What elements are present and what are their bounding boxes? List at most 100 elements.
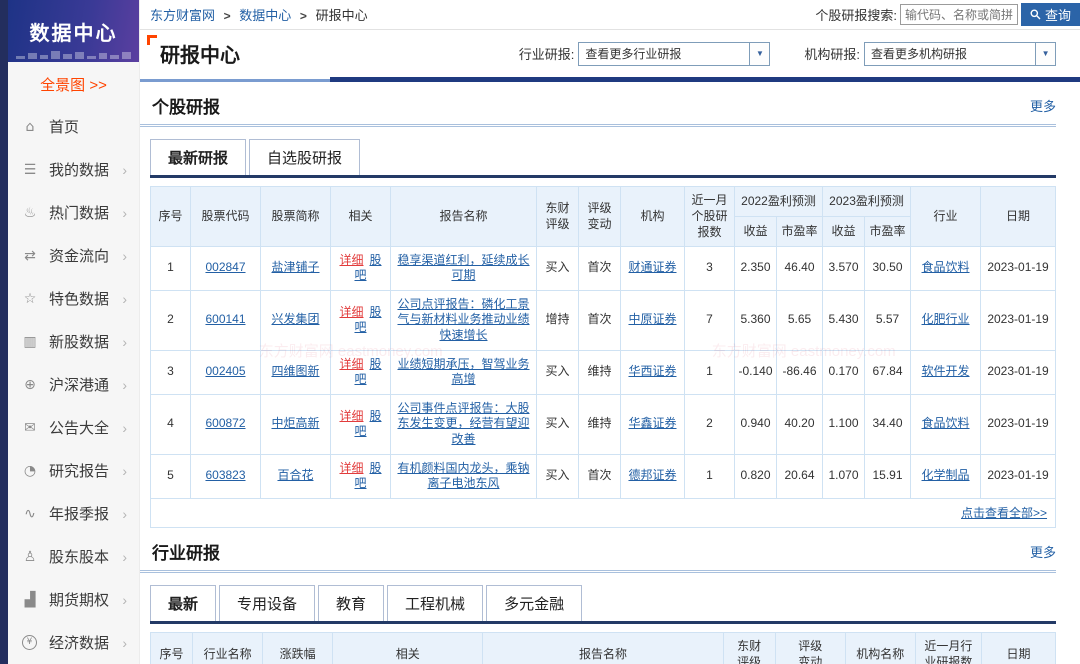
panorama-link[interactable]: 全景图 >>: [8, 62, 139, 105]
sidebar-item-label: 股东股本: [49, 546, 122, 567]
industry-report-select[interactable]: 查看更多行业研报 ▼: [578, 42, 770, 66]
bar-chart-icon: ▥: [20, 334, 40, 350]
chevron-right-icon: ›: [122, 592, 131, 608]
chevron-down-icon[interactable]: ▼: [1035, 43, 1055, 65]
breadcrumb-home-link[interactable]: 东方财富网: [150, 8, 215, 23]
sidebar-item-annual-reports[interactable]: ∿ 年报季报 ›: [8, 492, 139, 535]
industry-link[interactable]: 化学制品: [922, 468, 970, 482]
search-button[interactable]: 查询: [1021, 3, 1080, 26]
stock-code-link[interactable]: 600141: [205, 312, 245, 326]
detail-link[interactable]: 详细: [339, 357, 363, 371]
globe-icon: ⊕: [20, 377, 40, 393]
stock-name-link[interactable]: 盐津铺子: [271, 260, 319, 274]
search-input[interactable]: [900, 4, 1018, 25]
sidebar-item-shareholders[interactable]: ♙ 股东股本 ›: [8, 535, 139, 578]
sidebar-item-label: 经济数据: [49, 632, 122, 653]
sidebar-item-label: 特色数据: [49, 288, 122, 309]
sidebar-item-featured-data[interactable]: ☆ 特色数据 ›: [8, 277, 139, 320]
org-link[interactable]: 财通证券: [628, 260, 676, 274]
col-ef-rating: 东财评级: [723, 632, 775, 664]
report-title-link[interactable]: 公司事件点评报告：大股东发生变更，经营有望迎改善: [397, 401, 529, 446]
stock-name-link[interactable]: 兴发集团: [271, 312, 319, 326]
tab-engineering-machinery[interactable]: 工程机械: [387, 585, 483, 621]
chevron-right-icon: ›: [122, 334, 131, 350]
org-link[interactable]: 德邦证券: [628, 468, 676, 482]
flame-icon: ♨: [20, 205, 40, 221]
sidebar-item-home[interactable]: ⌂ 首页: [8, 105, 139, 148]
table-header-row: 序号 行业名称 涨跌幅 相关 报告名称 东财评级 评级变动 机构名称 近一月行业…: [151, 632, 1056, 664]
detail-link[interactable]: 详细: [339, 409, 363, 423]
tab-special-equipment[interactable]: 专用设备: [219, 585, 315, 621]
sidebar-item-research-reports[interactable]: ◔ 研究报告 ›: [8, 449, 139, 492]
pe-2023-cell: 67.84: [865, 350, 911, 394]
pe-2022-cell: -86.46: [777, 350, 823, 394]
stock-code-link[interactable]: 600872: [205, 416, 245, 430]
industry-link[interactable]: 食品饮料: [922, 260, 970, 274]
tab-latest-reports[interactable]: 最新研报: [150, 139, 246, 175]
date-cell: 2023-01-19: [981, 394, 1056, 454]
tab-diversified-finance[interactable]: 多元金融: [486, 585, 582, 621]
eps-2022-cell: 5.360: [735, 290, 777, 350]
col-change: 涨跌幅: [263, 632, 333, 664]
topbar: 东方财富网 > 数据中心 > 研报中心 个股研报搜索: 查询: [140, 0, 1080, 30]
logo-text: 数据中心: [30, 17, 118, 46]
org-filter-label: 机构研报:: [804, 44, 860, 63]
industry-link[interactable]: 化肥行业: [922, 312, 970, 326]
stock-more-link[interactable]: 更多: [1030, 96, 1056, 115]
col-forecast-2022: 2022盈利预测: [735, 187, 823, 217]
stock-report-row: 4 600872 中炬高新 详细股吧 公司事件点评报告：大股东发生变更，经营有望…: [151, 394, 1056, 454]
left-edge-strip: [0, 0, 8, 664]
org-link[interactable]: 中原证券: [628, 312, 676, 326]
col-seq: 序号: [151, 187, 191, 247]
stock-code-link[interactable]: 002847: [205, 260, 245, 274]
sidebar-item-economic-data[interactable]: ¥ 经济数据 ›: [8, 621, 139, 664]
report-title-link[interactable]: 稳享渠道红利，延续成长可期: [397, 253, 529, 283]
main-content: 东方财富网 > 数据中心 > 研报中心 个股研报搜索: 查询 研报中心 行业研报…: [140, 0, 1080, 664]
breadcrumb: 东方财富网 > 数据中心 > 研报中心: [150, 5, 368, 24]
col-ef-rating: 东财评级: [537, 187, 579, 247]
col-rating-change: 评级变动: [579, 187, 621, 247]
tab-watchlist-reports[interactable]: 自选股研报: [249, 139, 360, 175]
sidebar-item-futures-options[interactable]: ▟ 期货期权 ›: [8, 578, 139, 621]
report-title-link[interactable]: 有机颜料国内龙头，乘钠离子电池东风: [397, 461, 529, 491]
stock-name-link[interactable]: 百合花: [277, 468, 313, 482]
sidebar-item-label: 我的数据: [49, 159, 122, 180]
detail-link[interactable]: 详细: [339, 305, 363, 319]
month-count-cell: 1: [685, 350, 735, 394]
breadcrumb-section-link[interactable]: 数据中心: [239, 8, 291, 23]
sidebar-item-hk-connect[interactable]: ⊕ 沪深港通 ›: [8, 363, 139, 406]
stock-name-link[interactable]: 四维图新: [271, 364, 319, 378]
datacenter-logo[interactable]: 数据中心: [8, 0, 139, 62]
page-title: 研报中心: [152, 39, 240, 68]
detail-link[interactable]: 详细: [339, 253, 363, 267]
sidebar-item-announcements[interactable]: ✉ 公告大全 ›: [8, 406, 139, 449]
stock-code-link[interactable]: 603823: [205, 468, 245, 482]
industry-more-link[interactable]: 更多: [1030, 542, 1056, 561]
pe-2023-cell: 15.91: [865, 454, 911, 498]
org-report-select[interactable]: 查看更多机构研报 ▼: [864, 42, 1056, 66]
org-link[interactable]: 华西证券: [628, 364, 676, 378]
tab-education[interactable]: 教育: [318, 585, 384, 621]
org-link[interactable]: 华鑫证券: [628, 416, 676, 430]
ef-rating-cell: 增持: [537, 290, 579, 350]
col-month-count: 近一月行业研报数: [915, 632, 981, 664]
sidebar-item-my-data[interactable]: ☰ 我的数据 ›: [8, 148, 139, 191]
industry-report-table: 序号 行业名称 涨跌幅 相关 报告名称 东财评级 评级变动 机构名称 近一月行业…: [150, 632, 1056, 664]
sidebar-item-fund-flow[interactable]: ⇄ 资金流向 ›: [8, 234, 139, 277]
col-report-name: 报告名称: [391, 187, 537, 247]
sidebar-item-new-stock[interactable]: ▥ 新股数据 ›: [8, 320, 139, 363]
report-title-link[interactable]: 业绩短期承压，智驾业务高增: [397, 357, 529, 387]
stock-code-link[interactable]: 002405: [205, 364, 245, 378]
detail-link[interactable]: 详细: [339, 461, 363, 475]
chevron-down-icon[interactable]: ▼: [749, 43, 769, 65]
stock-name-link[interactable]: 中炬高新: [271, 416, 319, 430]
sidebar-item-hot-data[interactable]: ♨ 热门数据 ›: [8, 191, 139, 234]
chevron-right-icon: ›: [122, 377, 131, 393]
col-eps-2023: 收益: [823, 216, 865, 246]
tab-industry-latest[interactable]: 最新: [150, 585, 216, 621]
industry-link[interactable]: 软件开发: [922, 364, 970, 378]
industry-link[interactable]: 食品饮料: [922, 416, 970, 430]
report-title-link[interactable]: 公司点评报告：磷化工景气与新材料业务推动业绩快速增长: [397, 297, 529, 342]
app: 数据中心 全景图 >> ⌂ 首页 ☰ 我的数据 › ♨ 热门数据 › ⇄ 资金流…: [0, 0, 1080, 664]
view-all-link[interactable]: 点击查看全部>>: [961, 506, 1047, 520]
